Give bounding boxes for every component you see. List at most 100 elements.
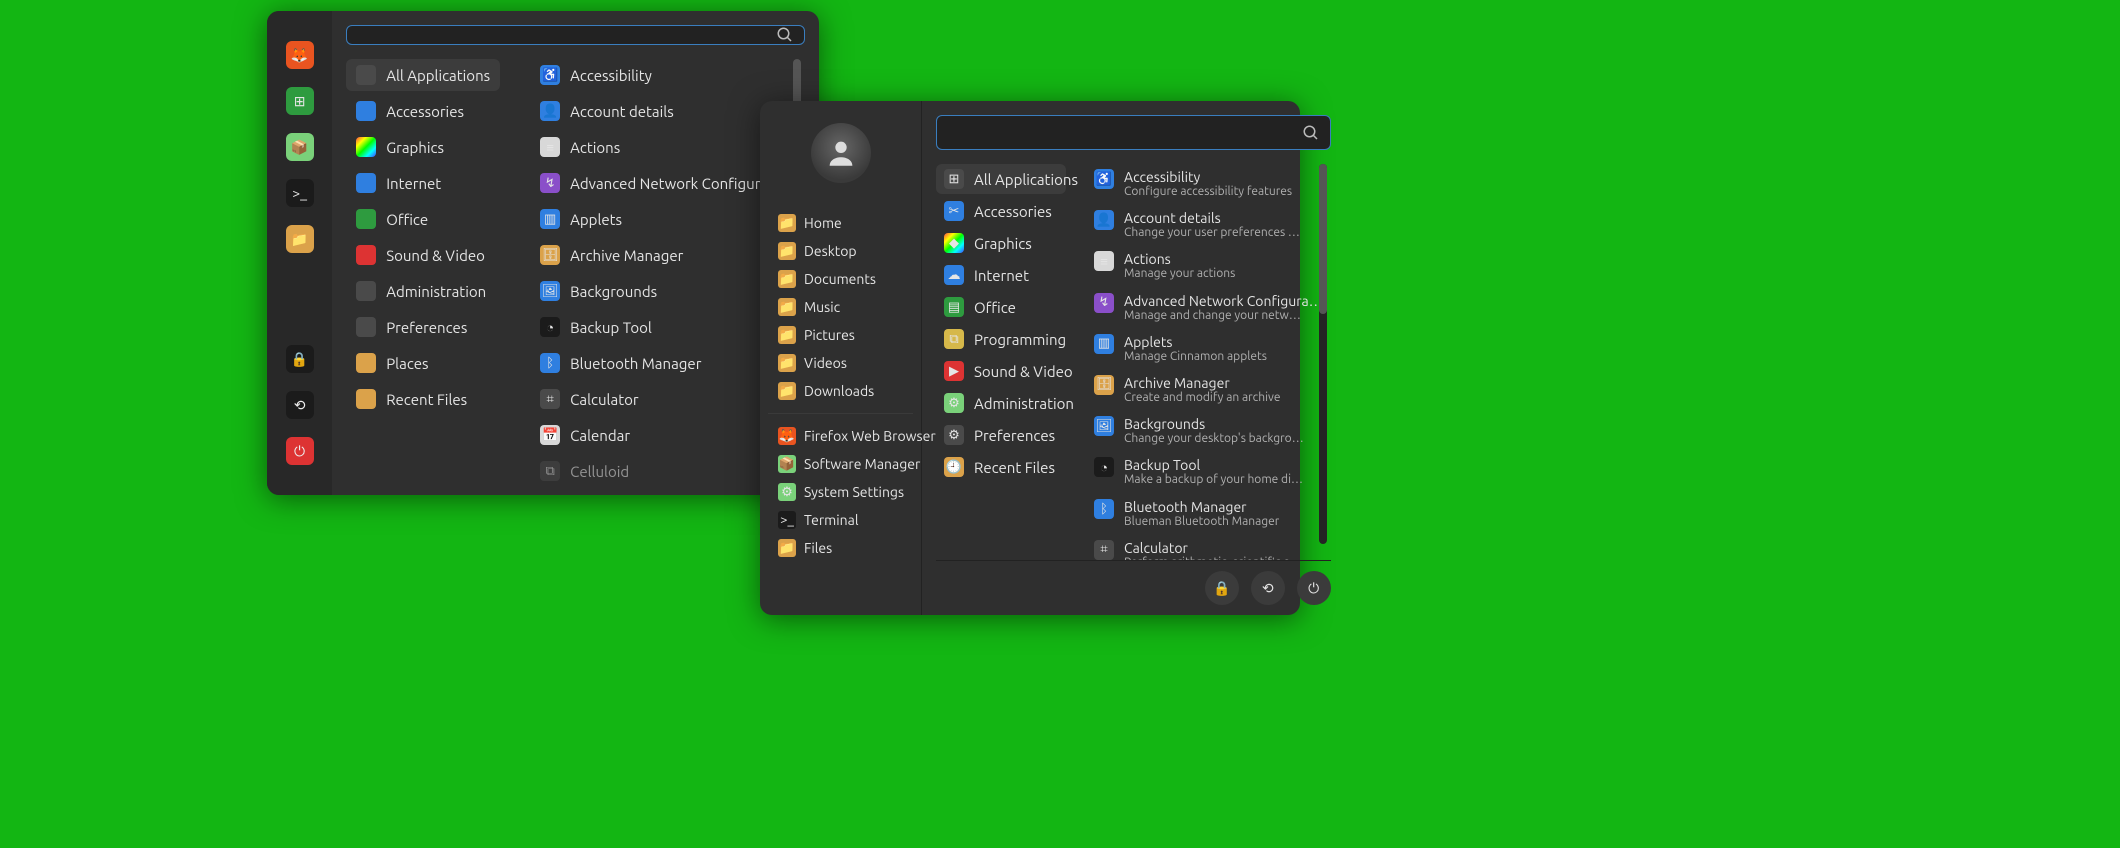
menu-main: All Applications Accessories Graphics Inter… — [332, 11, 819, 495]
category-graphics[interactable]: Graphics — [346, 131, 500, 163]
app-advanced-network-configura-[interactable]: ↯Advanced Network Configura…Manage and c… — [1086, 288, 1331, 327]
app-actions[interactable]: ≡ActionsManage your actions — [1086, 246, 1331, 285]
app-description: Configure accessibility features — [1124, 185, 1292, 198]
category-label: Accessories — [386, 103, 464, 120]
≡-icon: ≡ — [1094, 251, 1114, 271]
category-label: Accessories — [974, 203, 1052, 220]
launcher-software[interactable]: 📦 — [286, 133, 314, 161]
◔-icon: ◔ — [540, 317, 560, 337]
mint-menu-full: 📁 Home 📁Desktop📁Documents📁Music📁Pictures📁V… — [760, 101, 1300, 615]
place-videos[interactable]: 📁Videos — [772, 349, 909, 377]
app-icon — [356, 389, 376, 409]
category-graphics[interactable]: ◆Graphics — [936, 228, 1066, 258]
♿-icon: ♿ — [1094, 169, 1114, 189]
category-accessories[interactable]: Accessories — [346, 95, 500, 127]
app-calculator[interactable]: ⌗CalculatorPerform arithmetic, scientifi… — [1086, 535, 1331, 560]
◔-icon: ◔ — [1094, 457, 1114, 477]
app-label: Actions — [570, 139, 620, 156]
📁-icon: 📁 — [778, 354, 796, 372]
⧉-icon: ⧉ — [944, 329, 964, 349]
category-sound-video[interactable]: ▶Sound & Video — [936, 356, 1066, 386]
app-icon — [356, 281, 376, 301]
app-backup-tool[interactable]: ◔Backup ToolMake a backup of your home d… — [1086, 452, 1331, 491]
category-internet[interactable]: ☁Internet — [936, 260, 1066, 290]
launcher-firefox[interactable]: 🦊 — [286, 41, 314, 69]
app-icon — [356, 353, 376, 373]
search-box[interactable] — [346, 25, 805, 45]
category-label: Administration — [386, 283, 486, 300]
category-office[interactable]: ▤Office — [936, 292, 1066, 322]
category-preferences[interactable]: Preferences — [346, 311, 500, 343]
category-administration[interactable]: Administration — [346, 275, 500, 307]
category-office[interactable]: Office — [346, 203, 500, 235]
app-label: Bluetooth Manager — [570, 355, 701, 372]
app-bluetooth-manager[interactable]: ᛒBluetooth ManagerBlueman Bluetooth Mana… — [1086, 494, 1331, 533]
favorite-terminal[interactable]: >_Terminal — [772, 506, 909, 534]
category-recent-files[interactable]: 🕘Recent Files — [936, 452, 1066, 482]
place-label: Home — [804, 215, 842, 231]
launcher-files[interactable]: 📁 — [286, 225, 314, 253]
✂-icon: ✂ — [944, 201, 964, 221]
category-column: All Applications Accessories Graphics Inter… — [346, 59, 500, 487]
category-all-applications[interactable]: All Applications — [346, 59, 500, 91]
app-description: Manage your actions — [1124, 267, 1235, 280]
search-input[interactable] — [947, 125, 1302, 141]
session-logout-button[interactable]: ⟲ — [286, 391, 314, 419]
place-documents[interactable]: 📁Documents — [772, 265, 909, 293]
scrollbar[interactable] — [1319, 164, 1327, 544]
favorite-label: Software Manager — [804, 456, 920, 472]
◆-icon: ◆ — [944, 233, 964, 253]
app-icon — [356, 245, 376, 265]
favorite-software-manager[interactable]: 📦Software Manager — [772, 450, 909, 478]
search-input[interactable] — [357, 27, 776, 43]
place-pictures[interactable]: 📁Pictures — [772, 321, 909, 349]
place-home[interactable]: 📁 Home — [772, 209, 909, 237]
place-downloads[interactable]: 📁Downloads — [772, 377, 909, 405]
category-all-applications[interactable]: ⊞All Applications — [936, 164, 1066, 194]
search-box[interactable] — [936, 115, 1331, 150]
app-applets[interactable]: ▥AppletsManage Cinnamon applets — [1086, 329, 1331, 368]
session-lock-button[interactable]: 🔒 — [286, 345, 314, 373]
session-power-button[interactable]: ⏻ — [1297, 571, 1331, 605]
app-name: Accessibility — [1124, 169, 1292, 185]
📁-icon: 📁 — [778, 242, 796, 260]
category-places[interactable]: Places — [346, 347, 500, 379]
app-archive-manager[interactable]: 🗄Archive ManagerCreate and modify an arc… — [1086, 370, 1331, 409]
📁-icon: 📁 — [778, 270, 796, 288]
place-music[interactable]: 📁Music — [772, 293, 909, 321]
app-description: Create and modify an archive — [1124, 391, 1280, 404]
favorite-files[interactable]: 📁Files — [772, 534, 909, 562]
category-recent-files[interactable]: Recent Files — [346, 383, 500, 415]
category-administration[interactable]: ⚙Administration — [936, 388, 1066, 418]
launcher-terminal[interactable]: >_ — [286, 179, 314, 207]
app-icon — [356, 101, 376, 121]
📁-icon: 📁 — [778, 214, 796, 232]
category-accessories[interactable]: ✂ Accessories — [936, 196, 1066, 226]
category-label: Internet — [974, 267, 1029, 284]
app-accessibility[interactable]: ♿ AccessibilityConfigure accessibility fe… — [1086, 164, 1331, 203]
favorite-firefox-web-browser[interactable]: 🦊Firefox Web Browser — [772, 422, 909, 450]
favorite-label: Files — [804, 540, 832, 556]
app-name: Backup Tool — [1124, 457, 1304, 473]
category-internet[interactable]: Internet — [346, 167, 500, 199]
📁-icon: 📁 — [778, 382, 796, 400]
session-logout-button[interactable]: ⟲ — [1251, 571, 1285, 605]
user-avatar[interactable] — [811, 123, 871, 183]
app-name: Applets — [1124, 334, 1267, 350]
⚙-icon: ⚙ — [778, 483, 796, 501]
session-power-button[interactable]: ⏻ — [286, 437, 314, 465]
category-sound-video[interactable]: Sound & Video — [346, 239, 500, 271]
category-preferences[interactable]: ⚙Preferences — [936, 420, 1066, 450]
favorite-system-settings[interactable]: ⚙System Settings — [772, 478, 909, 506]
⚙-icon: ⚙ — [944, 425, 964, 445]
place-desktop[interactable]: 📁Desktop — [772, 237, 909, 265]
🖼-icon: 🖼 — [1094, 416, 1114, 436]
app-backgrounds[interactable]: 🖼BackgroundsChange your desktop's backgr… — [1086, 411, 1331, 450]
launcher-apps[interactable]: ⊞ — [286, 87, 314, 115]
app-account-details[interactable]: 👤Account detailsChange your user prefere… — [1086, 205, 1331, 244]
▥-icon: ▥ — [1094, 334, 1114, 354]
separator — [768, 413, 913, 414]
app-accessibility[interactable]: ♿Accessibility — [530, 59, 805, 91]
category-programming[interactable]: ⧉Programming — [936, 324, 1066, 354]
session-lock-button[interactable]: 🔒 — [1205, 571, 1239, 605]
